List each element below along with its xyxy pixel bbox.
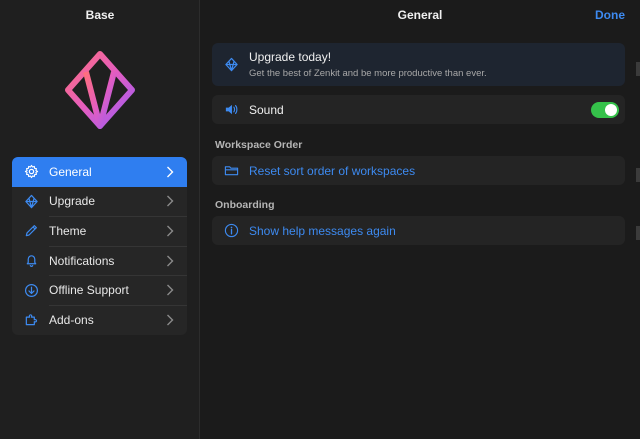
zenkit-logo-icon xyxy=(64,50,136,130)
sidebar-item-label: Offline Support xyxy=(49,283,129,298)
diamond-icon xyxy=(23,193,39,209)
done-button[interactable]: Done xyxy=(595,8,625,22)
pencil-icon xyxy=(23,223,39,239)
chevron-right-icon xyxy=(166,225,180,237)
puzzle-icon xyxy=(23,312,39,328)
sound-label: Sound xyxy=(249,102,284,117)
download-circle-icon xyxy=(23,282,39,298)
reset-sort-order-label: Reset sort order of workspaces xyxy=(249,163,416,178)
sidebar-item-notifications[interactable]: Notifications xyxy=(12,245,187,276)
upgrade-title: Upgrade today! xyxy=(249,50,332,64)
sidebar: Base General Upgrade Theme Notifications… xyxy=(0,0,200,439)
folder-icon xyxy=(223,163,239,179)
upgrade-subtitle: Get the best of Zenkit and be more produ… xyxy=(249,68,487,79)
sidebar-item-general[interactable]: General xyxy=(12,157,187,187)
chevron-right-icon xyxy=(166,195,180,207)
info-icon xyxy=(223,223,239,239)
sidebar-item-upgrade[interactable]: Upgrade xyxy=(12,187,187,217)
sound-row: Sound xyxy=(212,95,625,124)
onboarding-header: Onboarding xyxy=(215,199,275,211)
sidebar-item-label: General xyxy=(49,164,92,179)
settings-panel: General Done Upgrade today! Get the best… xyxy=(200,0,640,439)
sidebar-item-add-ons[interactable]: Add-ons xyxy=(12,304,187,335)
gear-icon xyxy=(23,164,39,180)
chevron-right-icon xyxy=(166,284,180,296)
sidebar-item-offline-support[interactable]: Offline Support xyxy=(12,275,187,305)
workspace-order-header: Workspace Order xyxy=(215,139,303,151)
speaker-icon xyxy=(223,102,239,118)
page-title: General xyxy=(397,8,443,22)
sidebar-item-label: Upgrade xyxy=(49,194,96,209)
sidebar-item-label: Add-ons xyxy=(49,312,94,327)
chevron-right-icon xyxy=(166,166,180,178)
diamond-icon xyxy=(223,57,239,73)
upgrade-banner[interactable]: Upgrade today! Get the best of Zenkit an… xyxy=(212,43,625,86)
sidebar-item-label: Theme xyxy=(49,223,87,238)
background-edge xyxy=(636,226,640,240)
reset-sort-order-button[interactable]: Reset sort order of workspaces xyxy=(212,156,625,185)
show-help-messages-button[interactable]: Show help messages again xyxy=(212,216,625,245)
background-edge xyxy=(636,62,640,76)
sound-toggle[interactable] xyxy=(591,101,619,118)
chevron-right-icon xyxy=(166,255,180,267)
sidebar-item-label: Notifications xyxy=(49,253,115,268)
sidebar-item-theme[interactable]: Theme xyxy=(12,216,187,246)
chevron-right-icon xyxy=(166,314,180,326)
show-help-messages-label: Show help messages again xyxy=(249,223,396,238)
settings-menu: General Upgrade Theme Notifications Offl… xyxy=(12,157,187,335)
toggle-knob xyxy=(605,103,617,116)
background-edge xyxy=(636,168,640,182)
sidebar-title: Base xyxy=(85,8,115,22)
bell-icon xyxy=(23,253,39,269)
